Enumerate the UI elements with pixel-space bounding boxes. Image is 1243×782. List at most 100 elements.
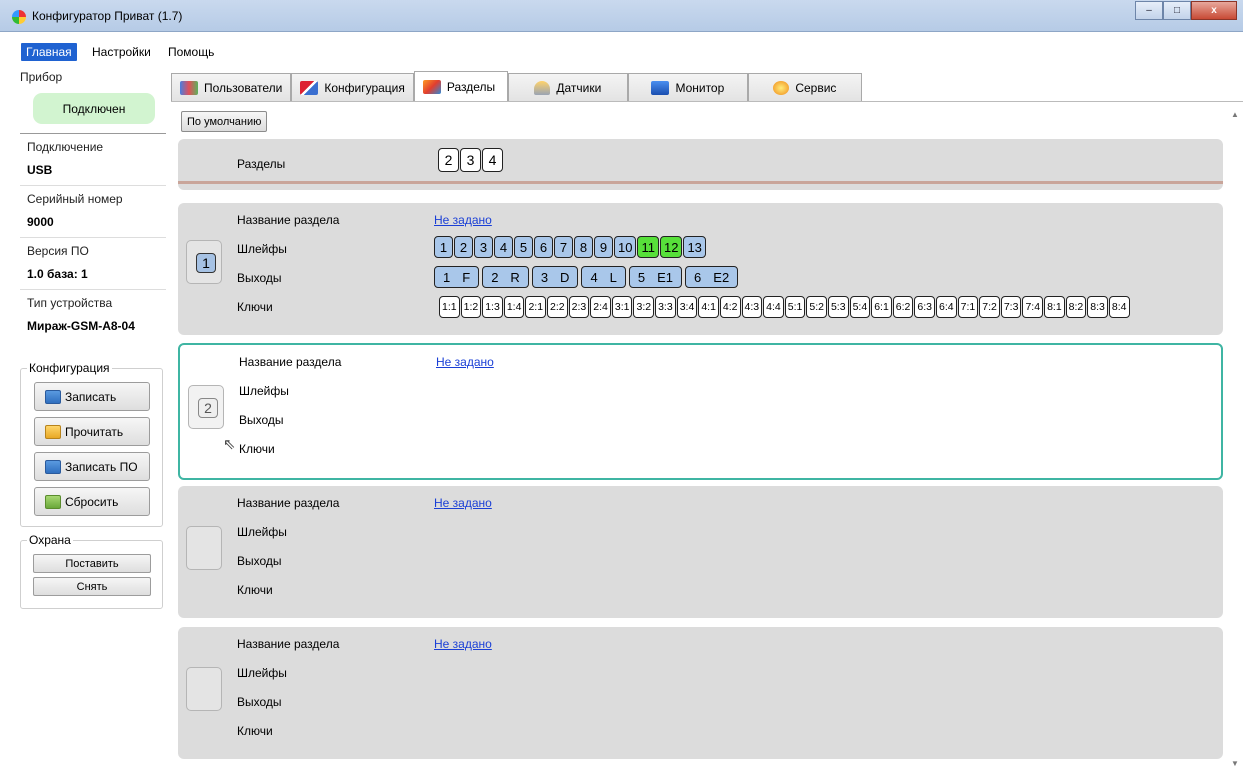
tab-sections[interactable]: Разделы [413,71,508,102]
tab-monitor[interactable]: Монитор [627,73,748,101]
partition-name-link[interactable]: Не задано [434,496,492,510]
vertical-scrollbar[interactable]: ▲ ▼ [1227,102,1243,782]
maximize-button[interactable]: □ [1163,1,1191,20]
section-chip[interactable]: 2 [438,148,459,172]
partition-number-box-empty[interactable] [186,667,222,711]
menu-item-main[interactable]: Главная [21,43,77,61]
close-button[interactable]: x [1191,1,1237,20]
key-chip[interactable]: 5:2 [806,296,827,318]
key-chip[interactable]: 8:4 [1108,296,1130,318]
partition-name-link[interactable]: Не задано [436,355,494,369]
loop-chip[interactable]: 13 [683,236,706,258]
section-chip[interactable]: 4 [482,148,503,172]
key-chip[interactable]: 5:4 [849,296,871,318]
default-button[interactable]: По умолчанию [181,111,268,132]
tab-configuration-label: Конфигурация [324,80,405,95]
key-chip[interactable]: 3:2 [633,296,655,318]
key-chip[interactable]: 6:4 [936,296,957,318]
key-chip[interactable]: 4:2 [719,296,741,318]
loop-chip[interactable]: 11 [637,236,659,258]
key-chip[interactable]: 8:2 [1065,296,1087,318]
output-chip[interactable]: 6 E2 [685,266,739,288]
loop-chip[interactable]: 10 [614,236,637,258]
reset-button-label: Сбросить [65,494,119,509]
sections-header-panel: Разделы 2 3 4 [178,139,1223,190]
scroll-up-arrow-icon[interactable]: ▲ [1231,110,1239,119]
key-chip[interactable]: 4:3 [741,296,763,318]
key-chip[interactable]: 1:4 [503,296,525,318]
device-type-label: Тип устройства [27,296,113,310]
loop-chip[interactable]: 8 [574,236,593,258]
menu-item-settings[interactable]: Настройки [92,45,151,59]
outputs-label: Выходы [239,413,284,427]
key-chip[interactable]: 1:2 [460,296,482,318]
write-firmware-button[interactable]: Записать ПО [34,452,150,481]
loop-chip[interactable]: 6 [534,236,553,258]
key-chip[interactable]: 2:1 [525,296,547,318]
keys-label: Ключи [237,300,273,314]
minimize-button[interactable]: – [1135,1,1163,20]
key-chip[interactable]: 6:2 [892,296,914,318]
key-chip[interactable]: 7:4 [1022,296,1044,318]
menu-item-help[interactable]: Помощь [168,45,214,59]
key-chip[interactable]: 5:3 [827,296,849,318]
key-chip[interactable]: 8:1 [1044,296,1065,318]
key-chip[interactable]: 6:1 [871,296,892,318]
key-chip[interactable]: 1:3 [482,296,503,318]
monitor-icon [651,80,670,95]
left-panel: Прибор Подключен Подключение USB Серийны… [20,62,166,782]
loop-chip[interactable]: 2 [454,236,473,258]
output-chip[interactable]: 1F [434,266,480,288]
key-chip[interactable]: 5:1 [784,296,806,318]
reset-button[interactable]: Сбросить [34,487,150,516]
key-chip[interactable]: 6:3 [914,296,936,318]
output-number: 2 [491,269,499,285]
write-button[interactable]: Записать [34,382,150,411]
loop-chip[interactable]: 3 [474,236,493,258]
partition-number-box-empty[interactable] [186,526,222,570]
partition-name-label: Название раздела [237,496,340,510]
partition-number-box[interactable]: 2 [188,385,224,429]
key-chip[interactable]: 1:1 [439,296,460,318]
loop-chip[interactable]: 12 [659,236,683,258]
key-chip[interactable]: 3:1 [611,296,633,318]
key-chip[interactable]: 7:2 [979,296,1000,318]
partition-panel-3[interactable]: Название раздела Не задано Шлейфы Выходы… [178,486,1223,618]
output-chip[interactable]: 3D [531,266,579,288]
partition-panel-4[interactable]: Название раздела Не задано Шлейфы Выходы… [178,627,1223,759]
loop-chip[interactable]: 5 [514,236,533,258]
key-chip[interactable]: 4:1 [698,296,719,318]
tab-bar: Пользователи Конфигурация Разделы Датчик… [171,71,862,102]
key-chip[interactable]: 7:3 [1000,296,1022,318]
partition-number-box[interactable]: 1 [186,240,222,284]
loop-chip[interactable]: 7 [554,236,573,258]
partition-panel-1[interactable]: 1 Название раздела Не задано Шлейфы 1234… [178,203,1223,335]
tab-sensors[interactable]: Датчики [507,73,628,101]
tab-configuration[interactable]: Конфигурация [291,73,414,101]
key-chip[interactable]: 3:3 [655,296,676,318]
tab-service[interactable]: Сервис [747,73,862,101]
partition-name-link[interactable]: Не задано [434,637,492,651]
key-chip[interactable]: 2:2 [547,296,568,318]
output-chip[interactable]: 2R [482,266,529,288]
loop-chip[interactable]: 4 [494,236,513,258]
tab-users[interactable]: Пользователи [171,73,292,101]
key-chip[interactable]: 8:3 [1087,296,1108,318]
loop-chip[interactable]: 1 [434,236,453,258]
loop-chip[interactable]: 9 [594,236,613,258]
arm-button[interactable]: Поставить [33,554,151,573]
key-chip[interactable]: 2:3 [568,296,590,318]
output-chip[interactable]: 4L [581,266,626,288]
write-firmware-button-label: Записать ПО [65,459,138,474]
disarm-button[interactable]: Снять [33,577,151,596]
section-chip[interactable]: 3 [460,148,481,172]
key-chip[interactable]: 3:4 [676,296,698,318]
output-chip[interactable]: 5 E1 [628,266,683,288]
partition-panel-2[interactable]: 2 Название раздела Не задано Шлейфы Выхо… [178,343,1223,480]
key-chip[interactable]: 7:1 [957,296,979,318]
read-button[interactable]: Прочитать [34,417,150,446]
scroll-down-arrow-icon[interactable]: ▼ [1231,759,1239,768]
partition-name-link[interactable]: Не задано [434,213,492,227]
key-chip[interactable]: 2:4 [590,296,611,318]
key-chip[interactable]: 4:4 [763,296,784,318]
